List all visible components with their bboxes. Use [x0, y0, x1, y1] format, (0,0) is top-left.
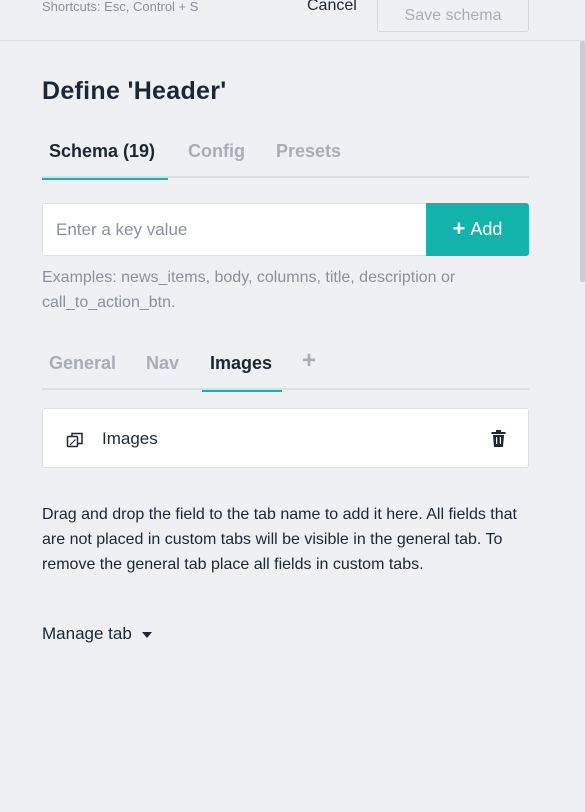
schema-editor-panel: Shortcuts: Esc, Control + S Cancel Save …: [0, 0, 585, 812]
tab-images[interactable]: Images: [202, 344, 282, 392]
caret-down-icon: [141, 632, 152, 638]
examples-hint: Examples: news_items, body, columns, tit…: [42, 269, 456, 311]
field-label: Images: [102, 429, 158, 448]
tabs-help-text: Drag and drop the field to the tab name …: [42, 506, 517, 573]
tab-general[interactable]: General: [42, 344, 134, 390]
cancel-button[interactable]: Cancel: [307, 0, 357, 15]
tab-config[interactable]: Config: [168, 132, 256, 178]
scrollbar[interactable]: [580, 41, 585, 282]
top-bar: Shortcuts: Esc, Control + S Cancel Save …: [0, 0, 585, 41]
tab-presets[interactable]: Presets: [256, 132, 366, 178]
add-button-label: Add: [470, 219, 503, 239]
save-schema-button[interactable]: Save schema: [377, 0, 529, 32]
shortcuts-hint: Shortcuts: Esc, Control + S: [42, 0, 199, 14]
field-tabs: General Nav Images +: [42, 344, 529, 392]
tab-nav[interactable]: Nav: [134, 344, 202, 390]
copy-icon: [66, 432, 83, 448]
field-row[interactable]: Images: [42, 408, 529, 468]
tab-schema[interactable]: Schema (19): [42, 132, 168, 180]
plus-icon: +: [452, 215, 466, 241]
add-button[interactable]: + Add: [426, 203, 529, 256]
page-title: Define 'Header': [42, 77, 227, 105]
trash-icon[interactable]: [491, 430, 506, 447]
add-tab-button[interactable]: +: [282, 344, 322, 390]
key-value-input[interactable]: [42, 203, 428, 256]
manage-tab-label: Manage tab: [42, 624, 132, 643]
manage-tab-dropdown[interactable]: Manage tab: [42, 624, 152, 644]
main-tabs: Schema (19) Config Presets: [42, 132, 529, 180]
